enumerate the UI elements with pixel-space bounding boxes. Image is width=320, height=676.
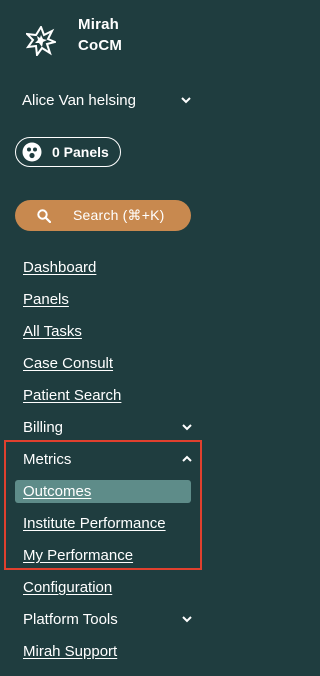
nav-case-consult[interactable]: Case Consult — [23, 355, 113, 373]
nav-mirah-support[interactable]: Mirah Support — [23, 643, 117, 661]
search-button[interactable]: Search (⌘+K) — [15, 200, 191, 231]
sidebar: Mirah CoCM Alice Van helsing 0 Panels Se… — [0, 0, 207, 676]
search-icon — [37, 208, 51, 223]
chevron-up-icon — [182, 455, 192, 462]
nav-institute-performance[interactable]: Institute Performance — [23, 515, 166, 533]
nav-billing[interactable]: Billing — [23, 417, 193, 437]
panels-button[interactable]: 0 Panels — [15, 137, 121, 167]
chevron-down-icon — [181, 97, 191, 104]
nav-configuration[interactable]: Configuration — [23, 579, 112, 597]
brand[interactable]: Mirah CoCM — [26, 14, 122, 56]
starburst-logo-icon — [26, 26, 56, 56]
search-label: Search (⌘+K) — [73, 207, 165, 223]
user-menu[interactable]: Alice Van helsing — [22, 88, 192, 112]
brand-line-1: Mirah — [78, 16, 120, 33]
panels-face-icon — [22, 142, 42, 162]
chevron-down-icon — [182, 616, 192, 623]
nav-platform-tools-label: Platform Tools — [23, 610, 118, 628]
nav-all-tasks[interactable]: All Tasks — [23, 323, 82, 341]
nav-my-performance[interactable]: My Performance — [23, 547, 133, 565]
brand-name: Mirah CoCM — [78, 14, 122, 56]
nav-metrics-label: Metrics — [23, 450, 72, 468]
chevron-down-icon — [182, 424, 192, 431]
brand-line-2: CoCM — [78, 37, 123, 54]
nav-metrics[interactable]: Metrics — [23, 449, 193, 469]
nav-patient-search[interactable]: Patient Search — [23, 387, 121, 405]
nav-billing-label: Billing — [23, 418, 64, 436]
user-name: Alice Van helsing — [22, 91, 136, 109]
nav-dashboard[interactable]: Dashboard — [23, 259, 96, 277]
nav-platform-tools[interactable]: Platform Tools — [23, 609, 193, 629]
nav-outcomes[interactable]: Outcomes — [23, 483, 91, 501]
panels-count-label: 0 Panels — [52, 144, 109, 160]
nav-panels[interactable]: Panels — [23, 291, 69, 309]
